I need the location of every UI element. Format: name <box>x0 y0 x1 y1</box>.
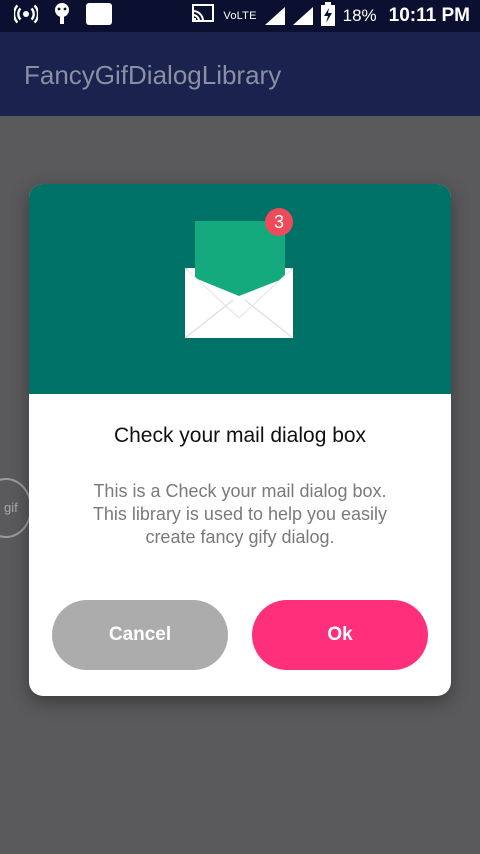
battery-percent: 18% <box>342 6 377 25</box>
status-left-icons <box>12 2 112 31</box>
cast-icon <box>191 3 215 29</box>
status-bar: VoLTE 18% 10:11 PM <box>0 0 480 32</box>
ok-button[interactable]: Ok <box>252 600 428 670</box>
status-time: 10:11 PM <box>388 5 470 26</box>
notification-count-badge: 3 <box>265 208 293 236</box>
status-right-icons: VoLTE 18% 10:11 PM <box>191 1 470 31</box>
dialog-hero: 3 <box>29 184 451 394</box>
signal-icon <box>264 7 285 25</box>
dialog-message: This is a Check your mail dialog box. Th… <box>92 481 388 547</box>
notification-placeholder-icon <box>86 2 112 30</box>
app-title: FancyGifDialogLibrary <box>24 60 282 90</box>
signal-roaming-icon <box>292 7 313 25</box>
dialog-title: Check your mail dialog box <box>113 424 367 447</box>
app-bar: FancyGifDialogLibrary <box>0 32 480 116</box>
gif-bubble-label: gif <box>4 500 18 515</box>
battery-charging-icon <box>320 1 335 31</box>
volte-label: VoLTE <box>223 10 257 22</box>
fancy-gif-dialog: 3 Check your mail dialog box This is a C… <box>29 184 451 696</box>
hotspot-icon <box>12 2 40 31</box>
android-debug-icon <box>52 2 72 31</box>
cancel-button[interactable]: Cancel <box>52 600 228 670</box>
